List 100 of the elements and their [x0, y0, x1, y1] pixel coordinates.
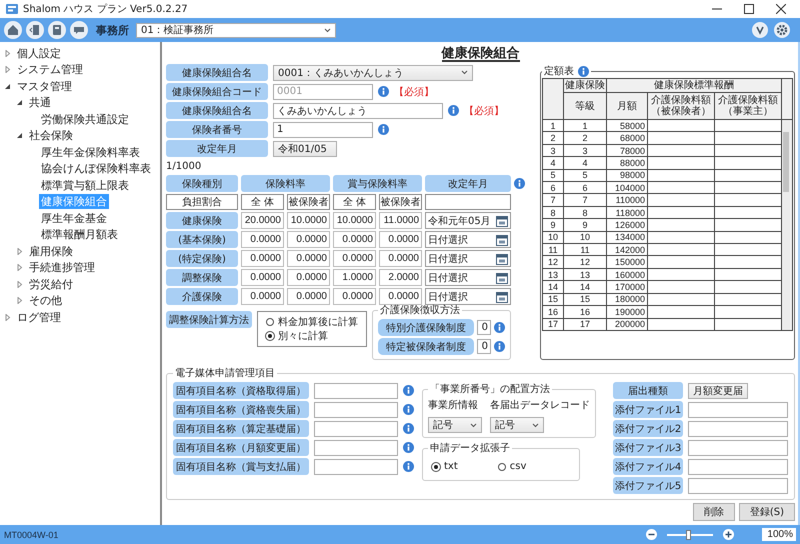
- input-field[interactable]: [314, 402, 398, 418]
- tree-item[interactable]: 個人設定: [15, 46, 63, 61]
- tree-item[interactable]: 労働保険共通設定: [39, 112, 131, 127]
- tree-item[interactable]: システム管理: [15, 62, 85, 78]
- calendar-icon[interactable]: [496, 252, 508, 264]
- radio-button[interactable]: [498, 462, 506, 470]
- input-field[interactable]: [688, 440, 788, 456]
- radio-label[interactable]: txt: [444, 461, 458, 472]
- office-dropdown[interactable]: 01：検証事務所: [136, 22, 336, 38]
- tree-item[interactable]: 手続進捗管理: [27, 260, 97, 276]
- info-icon[interactable]: [403, 461, 414, 472]
- rate-field[interactable]: 0.0000: [333, 288, 376, 305]
- rate-field[interactable]: 1.0000: [333, 269, 376, 286]
- action-button[interactable]: 削除: [692, 503, 735, 521]
- info-icon[interactable]: [494, 322, 505, 333]
- rate-field[interactable]: 0.0000: [241, 269, 284, 286]
- tree-item[interactable]: 厚生年金保険料率表: [39, 144, 142, 160]
- rate-field[interactable]: 0.0000: [287, 250, 330, 267]
- dropdown[interactable]: 月額変更届: [688, 382, 748, 398]
- chevron-icon[interactable]: [752, 22, 768, 38]
- info-icon[interactable]: [378, 124, 389, 135]
- date-field[interactable]: 日付選択: [425, 269, 511, 286]
- door-icon[interactable]: [26, 21, 44, 39]
- date-field[interactable]: 日付選択: [425, 231, 511, 248]
- tree-item[interactable]: その他: [27, 293, 64, 308]
- expand-arrow-icon[interactable]: [16, 280, 23, 288]
- input-field[interactable]: [688, 420, 788, 436]
- settings-icon[interactable]: [774, 22, 790, 38]
- rate-field[interactable]: 11.0000: [379, 212, 422, 229]
- input-field[interactable]: [688, 402, 788, 418]
- expand-arrow-icon[interactable]: [4, 66, 11, 74]
- radio-label[interactable]: csv: [510, 461, 526, 472]
- rate-field[interactable]: 10.0000: [333, 212, 376, 229]
- info-icon[interactable]: [448, 105, 459, 116]
- info-icon[interactable]: [494, 341, 505, 352]
- rate-field[interactable]: 0.0000: [379, 250, 422, 267]
- input-field[interactable]: [688, 478, 788, 494]
- rate-field[interactable]: 20.0000: [241, 212, 284, 229]
- rate-field[interactable]: 0.0000: [287, 269, 330, 286]
- tree-item[interactable]: 標準賞与額上限表: [39, 178, 131, 193]
- input-field[interactable]: 0: [477, 320, 491, 335]
- info-icon[interactable]: [403, 423, 414, 434]
- chat-icon[interactable]: [70, 21, 88, 39]
- calendar-icon[interactable]: [496, 214, 508, 226]
- info-icon[interactable]: [578, 66, 589, 76]
- input-field[interactable]: [688, 458, 788, 474]
- home-icon[interactable]: [4, 21, 22, 39]
- collapse-arrow-icon[interactable]: [16, 99, 23, 106]
- input-field[interactable]: [314, 458, 398, 474]
- radio-label[interactable]: 料金加算後に計算: [278, 315, 358, 329]
- radio-label[interactable]: 別々に計算: [278, 329, 328, 343]
- scrollbar-thumb[interactable]: [783, 132, 789, 192]
- date-field[interactable]: 令和元年05月: [425, 212, 511, 229]
- tree-item[interactable]: 協会けんぽ保険料率表: [39, 161, 153, 176]
- rate-field[interactable]: 2.0000: [379, 269, 422, 286]
- input-field[interactable]: くみあいかんしょう: [273, 102, 443, 118]
- tree-item[interactable]: ログ管理: [15, 310, 63, 325]
- zoom-value[interactable]: 100%: [762, 528, 796, 541]
- calendar-icon[interactable]: [496, 290, 508, 302]
- calendar-icon[interactable]: [496, 234, 508, 246]
- zoom-out-icon[interactable]: [646, 529, 657, 540]
- rate-field[interactable]: 0.0000: [333, 231, 376, 248]
- input-field[interactable]: 0: [477, 339, 491, 354]
- input-field[interactable]: 1: [273, 122, 373, 138]
- tree-item[interactable]: 社会保険: [27, 128, 75, 144]
- date-field[interactable]: 日付選択: [425, 250, 511, 267]
- rate-field[interactable]: 0.0000: [287, 231, 330, 248]
- rate-field[interactable]: 10.0000: [287, 212, 330, 229]
- expand-arrow-icon[interactable]: [4, 50, 11, 57]
- dropdown[interactable]: 0001：くみあいかんしょう: [273, 64, 473, 80]
- dropdown[interactable]: 令和01/05: [273, 140, 337, 156]
- radio-button[interactable]: [266, 318, 274, 326]
- rate-field[interactable]: 0.0000: [241, 231, 284, 248]
- tree-item[interactable]: 労災給付: [27, 276, 75, 292]
- info-icon[interactable]: [403, 442, 414, 453]
- info-icon[interactable]: [403, 404, 414, 415]
- rate-field[interactable]: 0.0000: [379, 231, 422, 248]
- collapse-arrow-icon[interactable]: [16, 132, 23, 140]
- zoom-in-icon[interactable]: [723, 529, 734, 540]
- input-field[interactable]: [314, 440, 398, 456]
- rate-field[interactable]: 0.0000: [241, 288, 284, 305]
- slider-thumb[interactable]: [686, 530, 691, 540]
- rate-field[interactable]: 0.0000: [379, 288, 422, 305]
- expand-arrow-icon[interactable]: [16, 248, 23, 255]
- tree-item[interactable]: 厚生年金基金: [39, 210, 109, 226]
- input-field[interactable]: [314, 420, 398, 436]
- scrollbar[interactable]: [782, 120, 790, 330]
- maximize-icon[interactable]: [744, 4, 754, 14]
- tree-item[interactable]: 標準報酬月額表: [39, 227, 120, 242]
- dropdown[interactable]: 記号: [428, 417, 482, 433]
- calendar-icon[interactable]: [496, 272, 508, 284]
- close-icon[interactable]: [776, 4, 786, 14]
- input-field[interactable]: [314, 382, 398, 398]
- tree-item[interactable]: マスタ管理: [15, 78, 74, 94]
- book-icon[interactable]: [48, 21, 66, 39]
- expand-arrow-icon[interactable]: [16, 264, 23, 272]
- date-field[interactable]: 日付選択: [425, 288, 511, 305]
- dropdown[interactable]: 記号: [490, 417, 544, 433]
- action-button[interactable]: 登録(S): [738, 503, 795, 521]
- tree-item[interactable]: 雇用保険: [27, 244, 75, 259]
